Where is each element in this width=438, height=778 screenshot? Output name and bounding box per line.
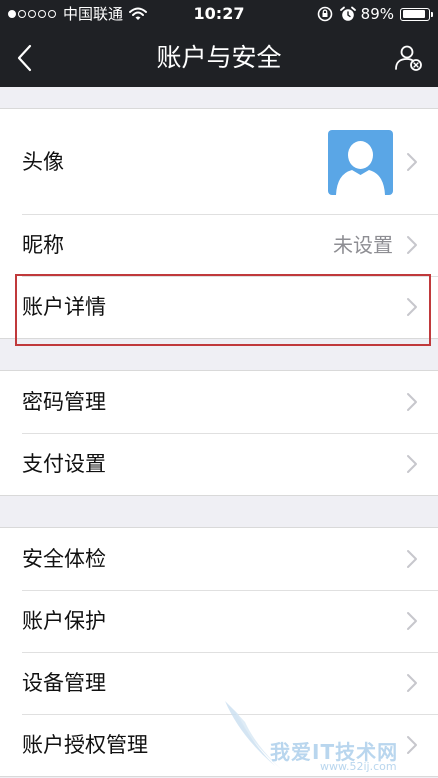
row-nickname[interactable]: 昵称 未设置 (0, 214, 438, 276)
rotation-lock-icon (317, 6, 332, 22)
chevron-right-icon (406, 152, 418, 172)
row-label: 头像 (22, 149, 64, 174)
alarm-icon (339, 6, 356, 21)
settings-group-profile: 头像 昵称 未设置 账户详情 (0, 108, 438, 339)
chevron-right-icon (406, 297, 418, 317)
row-password-management[interactable]: 密码管理 (0, 371, 438, 433)
battery-percent: 89% (360, 5, 394, 23)
chevron-right-icon (406, 235, 418, 255)
chevron-left-icon (17, 44, 32, 72)
top-bar: 中国联通 10:27 89% 账户与安全 (0, 0, 438, 87)
row-label: 昵称 (22, 233, 64, 257)
user-switch-icon (395, 45, 422, 71)
chevron-right-icon (406, 673, 418, 693)
chevron-right-icon (406, 611, 418, 631)
row-avatar[interactable]: 头像 (0, 109, 438, 214)
row-account-protection[interactable]: 账户保护 (0, 590, 438, 652)
row-value: 未设置 (333, 233, 393, 257)
row-label: 账户保护 (22, 609, 106, 633)
status-bar: 中国联通 10:27 89% (0, 0, 438, 28)
chevron-right-icon (406, 735, 418, 755)
user-switch-button[interactable] (390, 40, 426, 76)
row-authorization-management[interactable]: 账户授权管理 (0, 714, 438, 776)
row-label: 支付设置 (22, 452, 106, 476)
chevron-right-icon (406, 392, 418, 412)
row-label: 密码管理 (22, 390, 106, 414)
settings-group-security: 安全体检 账户保护 设备管理 账户授权管理 (0, 527, 438, 777)
default-avatar-icon (336, 141, 385, 195)
row-label: 安全体检 (22, 547, 106, 571)
back-button[interactable] (10, 38, 46, 78)
settings-group-password: 密码管理 支付设置 (0, 370, 438, 496)
avatar (328, 130, 393, 195)
row-label: 账户详情 (22, 295, 106, 319)
row-payment-settings[interactable]: 支付设置 (0, 433, 438, 495)
status-right: 89% (317, 4, 433, 24)
row-device-management[interactable]: 设备管理 (0, 652, 438, 714)
navigation-bar: 账户与安全 (0, 28, 438, 87)
page-title: 账户与安全 (156, 43, 282, 72)
battery-icon (400, 7, 433, 21)
battery-level (402, 10, 425, 18)
settings-content: 头像 昵称 未设置 账户详情 密码管理 支付设置 安全体检 账户保护 设备管理 … (0, 87, 438, 777)
row-label: 账户授权管理 (22, 733, 148, 757)
row-account-details[interactable]: 账户详情 (0, 276, 438, 338)
row-label: 设备管理 (22, 671, 106, 695)
chevron-right-icon (406, 454, 418, 474)
row-security-check[interactable]: 安全体检 (0, 528, 438, 590)
chevron-right-icon (406, 549, 418, 569)
